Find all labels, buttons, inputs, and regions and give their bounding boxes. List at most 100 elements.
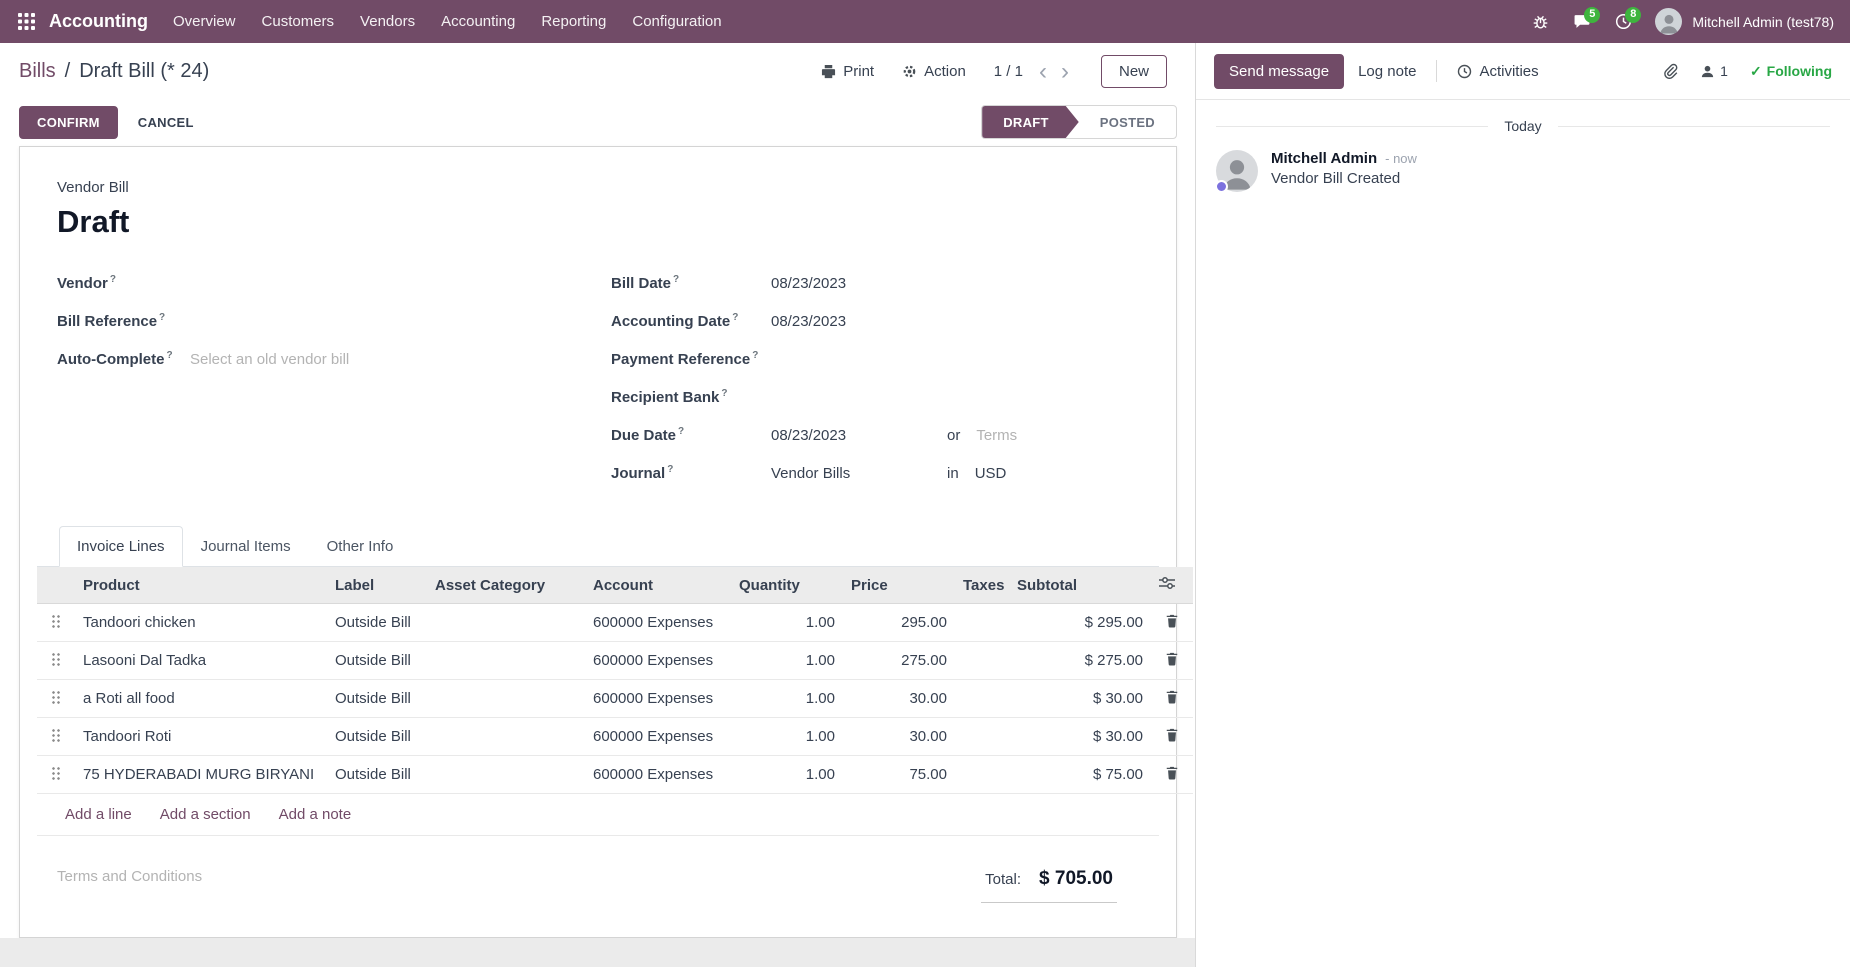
asset-category-cell[interactable] <box>427 680 585 718</box>
terms-and-conditions-input[interactable]: Terms and Conditions <box>57 868 202 885</box>
drag-handle-icon[interactable] <box>51 690 61 704</box>
attach-files-button[interactable] <box>1662 63 1678 79</box>
label-cell[interactable]: Outside Bill <box>327 604 427 642</box>
status-step-draft[interactable]: DRAFT <box>982 106 1079 138</box>
pager-next-button[interactable]: › <box>1057 60 1073 84</box>
log-note-button[interactable]: Log note <box>1344 55 1430 88</box>
drag-handle-icon[interactable] <box>51 728 61 742</box>
print-button[interactable]: Print <box>821 63 874 80</box>
invoice-line-row[interactable]: 75 HYDERABADI MURG BIRYANI Outside Bill … <box>37 756 1193 794</box>
price-cell[interactable]: 275.00 <box>843 642 955 680</box>
subtotal-cell[interactable]: $ 275.00 <box>1009 642 1151 680</box>
menu-configuration[interactable]: Configuration <box>619 0 734 43</box>
drag-handle-icon[interactable] <box>51 766 61 780</box>
account-cell[interactable]: 600000 Expenses <box>585 642 731 680</box>
currency-select[interactable]: USD <box>975 465 1007 482</box>
asset-category-cell[interactable] <box>427 642 585 680</box>
user-menu[interactable]: Mitchell Admin (test78) <box>1692 14 1834 30</box>
quantity-cell[interactable]: 1.00 <box>731 756 843 794</box>
tab-journal-items[interactable]: Journal Items <box>183 526 309 567</box>
product-cell[interactable]: Tandoori Roti <box>75 718 327 756</box>
label-cell[interactable]: Outside Bill <box>327 756 427 794</box>
taxes-cell[interactable] <box>955 604 1009 642</box>
journal-input[interactable]: Vendor Bills <box>771 465 947 482</box>
bill-reference-input[interactable] <box>190 326 585 348</box>
menu-overview[interactable]: Overview <box>160 0 249 43</box>
menu-customers[interactable]: Customers <box>249 0 348 43</box>
label-cell[interactable]: Outside Bill <box>327 642 427 680</box>
messages-menu-icon[interactable]: 5 <box>1562 6 1602 37</box>
label-cell[interactable]: Outside Bill <box>327 680 427 718</box>
invoice-line-row[interactable]: Lasooni Dal Tadka Outside Bill 600000 Ex… <box>37 642 1193 680</box>
cancel-button[interactable]: CANCEL <box>124 107 208 138</box>
delete-line-icon[interactable] <box>1165 727 1179 742</box>
quantity-cell[interactable]: 1.00 <box>731 718 843 756</box>
account-cell[interactable]: 600000 Expenses <box>585 718 731 756</box>
price-cell[interactable]: 30.00 <box>843 680 955 718</box>
activities-menu-icon[interactable]: 8 <box>1604 6 1643 37</box>
action-button[interactable]: Action <box>902 63 966 80</box>
quantity-cell[interactable]: 1.00 <box>731 604 843 642</box>
tab-invoice-lines[interactable]: Invoice Lines <box>59 526 183 567</box>
confirm-button[interactable]: CONFIRM <box>19 106 118 139</box>
debug-bug-icon[interactable] <box>1521 6 1560 37</box>
followers-button[interactable]: 1 <box>1700 63 1728 79</box>
message-author[interactable]: Mitchell Admin <box>1271 150 1377 167</box>
auto-complete-input[interactable]: Select an old vendor bill <box>190 351 585 373</box>
recipient-bank-input[interactable] <box>771 402 1139 424</box>
taxes-cell[interactable] <box>955 756 1009 794</box>
label-cell[interactable]: Outside Bill <box>327 718 427 756</box>
menu-vendors[interactable]: Vendors <box>347 0 428 43</box>
quantity-cell[interactable]: 1.00 <box>731 642 843 680</box>
app-name[interactable]: Accounting <box>49 11 148 32</box>
invoice-line-row[interactable]: Tandoori chicken Outside Bill 600000 Exp… <box>37 604 1193 642</box>
delete-line-icon[interactable] <box>1165 651 1179 666</box>
invoice-line-row[interactable]: Tandoori Roti Outside Bill 600000 Expens… <box>37 718 1193 756</box>
message-avatar[interactable] <box>1216 150 1258 192</box>
price-cell[interactable]: 30.00 <box>843 718 955 756</box>
due-date-input[interactable]: 08/23/2023 <box>771 427 947 444</box>
product-cell[interactable]: Lasooni Dal Tadka <box>75 642 327 680</box>
delete-line-icon[interactable] <box>1165 613 1179 628</box>
bill-date-input[interactable]: 08/23/2023 <box>771 275 1139 297</box>
account-cell[interactable]: 600000 Expenses <box>585 680 731 718</box>
price-cell[interactable]: 295.00 <box>843 604 955 642</box>
delete-line-icon[interactable] <box>1165 765 1179 780</box>
optional-columns-icon[interactable] <box>1159 576 1175 590</box>
apps-grid-icon[interactable] <box>8 0 45 43</box>
asset-category-cell[interactable] <box>427 718 585 756</box>
status-step-posted[interactable]: POSTED <box>1079 106 1176 138</box>
payment-terms-input[interactable]: Terms <box>976 427 1017 444</box>
asset-category-cell[interactable] <box>427 604 585 642</box>
product-cell[interactable]: Tandoori chicken <box>75 604 327 642</box>
user-avatar[interactable] <box>1655 8 1682 35</box>
payment-reference-input[interactable] <box>771 364 1139 386</box>
following-button[interactable]: ✓ Following <box>1750 63 1832 80</box>
account-cell[interactable]: 600000 Expenses <box>585 604 731 642</box>
breadcrumb-bills-link[interactable]: Bills <box>19 60 56 83</box>
taxes-cell[interactable] <box>955 642 1009 680</box>
subtotal-cell[interactable]: $ 30.00 <box>1009 680 1151 718</box>
accounting-date-input[interactable]: 08/23/2023 <box>771 313 1139 335</box>
add-a-note-link[interactable]: Add a note <box>279 806 352 823</box>
activities-button[interactable]: Activities <box>1443 55 1552 88</box>
invoice-line-row[interactable]: a Roti all food Outside Bill 600000 Expe… <box>37 680 1193 718</box>
new-button[interactable]: New <box>1101 55 1167 88</box>
product-cell[interactable]: a Roti all food <box>75 680 327 718</box>
subtotal-cell[interactable]: $ 75.00 <box>1009 756 1151 794</box>
drag-handle-icon[interactable] <box>51 614 61 628</box>
menu-accounting[interactable]: Accounting <box>428 0 528 43</box>
delete-line-icon[interactable] <box>1165 689 1179 704</box>
subtotal-cell[interactable]: $ 30.00 <box>1009 718 1151 756</box>
drag-handle-icon[interactable] <box>51 652 61 666</box>
asset-category-cell[interactable] <box>427 756 585 794</box>
price-cell[interactable]: 75.00 <box>843 756 955 794</box>
taxes-cell[interactable] <box>955 680 1009 718</box>
quantity-cell[interactable]: 1.00 <box>731 680 843 718</box>
vendor-input[interactable] <box>190 288 585 310</box>
subtotal-cell[interactable]: $ 295.00 <box>1009 604 1151 642</box>
account-cell[interactable]: 600000 Expenses <box>585 756 731 794</box>
taxes-cell[interactable] <box>955 718 1009 756</box>
tab-other-info[interactable]: Other Info <box>309 526 412 567</box>
add-a-section-link[interactable]: Add a section <box>160 806 251 823</box>
